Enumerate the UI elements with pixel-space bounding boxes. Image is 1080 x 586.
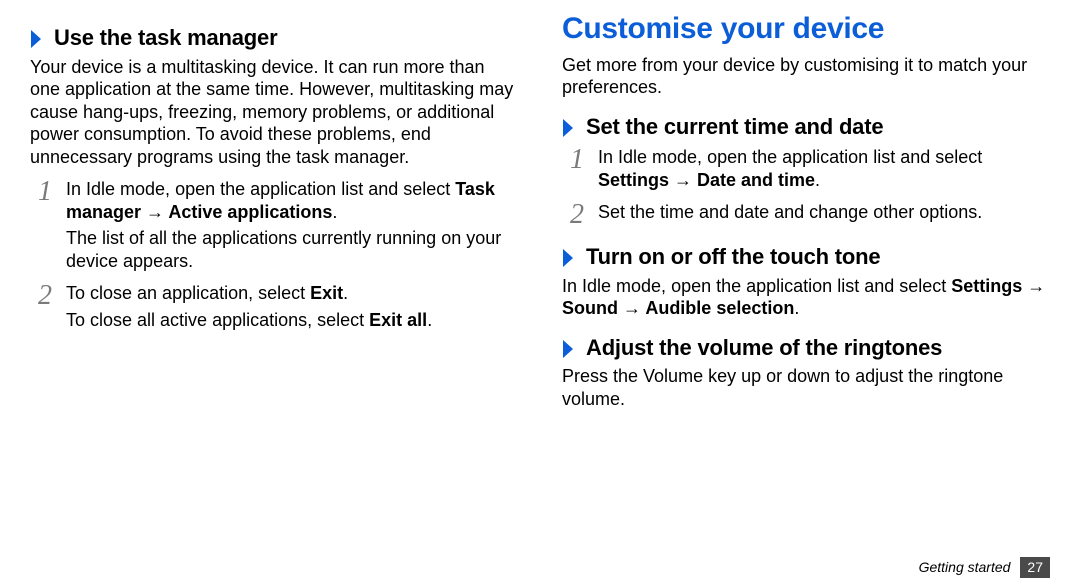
bold-text: Settings → Date and time xyxy=(598,170,815,190)
footer-chapter-label: Getting started xyxy=(919,559,1011,577)
step-number-1: 1 xyxy=(32,178,52,276)
step-text: To close an application, select xyxy=(66,283,310,303)
step-text: . xyxy=(815,170,820,190)
step-text: . xyxy=(343,283,348,303)
section-intro: Get more from your device by customising… xyxy=(562,54,1050,99)
right-column: Customise your device Get more from your… xyxy=(540,10,1080,582)
step-text: The list of all the applications current… xyxy=(66,227,518,272)
body-paragraph: Press the Volume key up or down to adjus… xyxy=(562,365,1050,410)
step-body: In Idle mode, open the application list … xyxy=(66,178,518,276)
chevron-right-icon xyxy=(562,114,576,134)
subsection-touchtone-heading: Turn on or off the touch tone xyxy=(562,243,1050,271)
intro-paragraph: Your device is a multitasking device. It… xyxy=(30,56,518,169)
page-number: 27 xyxy=(1020,557,1050,579)
step-number-2: 2 xyxy=(32,282,52,335)
left-column: Use the task manager Your device is a mu… xyxy=(0,10,540,582)
chevron-right-icon xyxy=(562,335,576,355)
subsection-time-heading: Set the current time and date xyxy=(562,113,1050,141)
step-body: In Idle mode, open the application list … xyxy=(598,146,1050,195)
chevron-right-icon xyxy=(562,244,576,264)
subsection-task-manager-heading: Use the task manager xyxy=(30,24,518,52)
step-2: 2 To close an application, select Exit. … xyxy=(32,282,518,335)
step-1: 1 In Idle mode, open the application lis… xyxy=(32,178,518,276)
bold-text: Exit xyxy=(310,283,343,303)
subsection-title: Turn on or off the touch tone xyxy=(586,243,880,271)
subsection-title: Set the current time and date xyxy=(586,113,883,141)
section-title: Customise your device xyxy=(562,10,1050,48)
step-text: To close all active applications, select xyxy=(66,310,369,330)
body-text: In Idle mode, open the application list … xyxy=(562,276,951,296)
step-2: 2 Set the time and date and change other… xyxy=(564,201,1050,229)
manual-page: Use the task manager Your device is a mu… xyxy=(0,0,1080,586)
subsection-title: Adjust the volume of the ringtones xyxy=(586,334,942,362)
step-1: 1 In Idle mode, open the application lis… xyxy=(564,146,1050,195)
step-number-2: 2 xyxy=(564,201,584,229)
step-text: . xyxy=(332,202,337,222)
step-text: In Idle mode, open the application list … xyxy=(598,147,982,167)
chevron-right-icon xyxy=(30,25,44,45)
step-body: Set the time and date and change other o… xyxy=(598,201,1050,229)
subsection-volume-heading: Adjust the volume of the ringtones xyxy=(562,334,1050,362)
step-text: . xyxy=(427,310,432,330)
page-footer: Getting started 27 xyxy=(919,557,1050,579)
step-text: Set the time and date and change other o… xyxy=(598,201,1050,224)
body-paragraph: In Idle mode, open the application list … xyxy=(562,275,1050,320)
body-text: . xyxy=(794,298,799,318)
step-number-1: 1 xyxy=(564,146,584,195)
bold-text: Exit all xyxy=(369,310,427,330)
step-text: In Idle mode, open the application list … xyxy=(66,179,455,199)
subsection-title: Use the task manager xyxy=(54,24,277,52)
step-body: To close an application, select Exit. To… xyxy=(66,282,518,335)
